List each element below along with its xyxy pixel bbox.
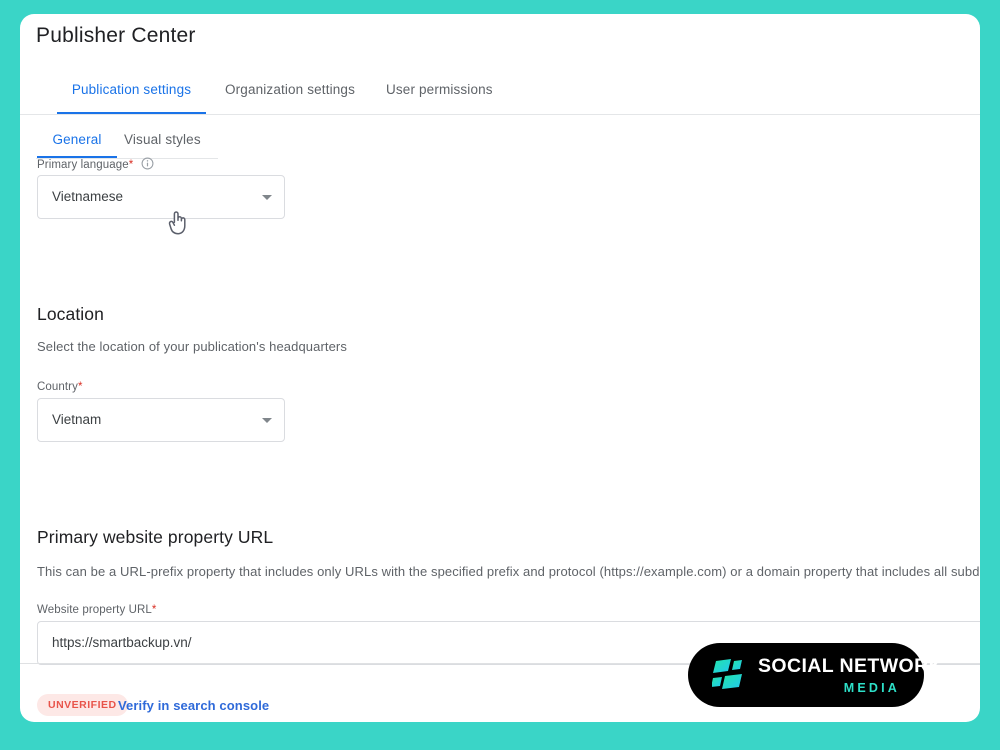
country-value: Vietnam xyxy=(52,412,102,427)
website-property-url-label: Website property URL* xyxy=(37,604,157,616)
primary-tab-bar: Publication settings Organization settin… xyxy=(20,67,980,115)
watermark-social-network-media: SOCIAL NETWORK MEDIA xyxy=(688,643,943,707)
tab-general[interactable]: General xyxy=(37,123,117,159)
secondary-tab-bar: General Visual styles xyxy=(20,123,980,159)
publisher-center-card: Publisher Center Publication settings Or… xyxy=(20,14,980,722)
required-asterisk: * xyxy=(128,159,134,171)
watermark-secondary-text: MEDIA xyxy=(843,681,900,695)
watermark-primary-text: SOCIAL NETWORK xyxy=(758,655,944,677)
location-heading: Location xyxy=(37,304,104,324)
status-badge-unverified: UNVERIFIED xyxy=(37,694,128,716)
website-property-url-label-text: Website property URL xyxy=(37,604,152,616)
location-description: Select the location of your publication'… xyxy=(37,339,347,354)
tab-user-permissions[interactable]: User permissions xyxy=(386,67,493,115)
website-url-heading: Primary website property URL xyxy=(37,527,274,547)
country-label-text: Country xyxy=(37,381,78,393)
verify-in-search-console-link[interactable]: Verify in search console xyxy=(118,698,269,713)
tab-organization-settings[interactable]: Organization settings xyxy=(225,67,355,115)
required-asterisk: * xyxy=(77,381,83,393)
primary-language-value: Vietnamese xyxy=(52,189,124,204)
tab-visual-styles[interactable]: Visual styles xyxy=(124,123,201,159)
primary-language-label: Primary language* xyxy=(37,157,154,173)
primary-tab-divider xyxy=(20,114,980,115)
chevron-down-icon xyxy=(262,195,272,200)
info-icon[interactable] xyxy=(141,157,154,173)
primary-language-label-text: Primary language xyxy=(37,159,129,171)
country-label: Country* xyxy=(37,381,83,393)
social-network-media-logo-icon xyxy=(711,659,746,691)
page-title: Publisher Center xyxy=(36,24,196,47)
tab-publication-settings[interactable]: Publication settings xyxy=(57,67,206,115)
chevron-down-icon xyxy=(262,418,272,423)
primary-language-select[interactable]: Vietnamese xyxy=(37,175,285,219)
website-property-url-value: https://smartbackup.vn/ xyxy=(52,635,192,650)
required-asterisk: * xyxy=(151,604,157,616)
website-url-description: This can be a URL-prefix property that i… xyxy=(37,564,980,579)
country-select[interactable]: Vietnam xyxy=(37,398,285,442)
